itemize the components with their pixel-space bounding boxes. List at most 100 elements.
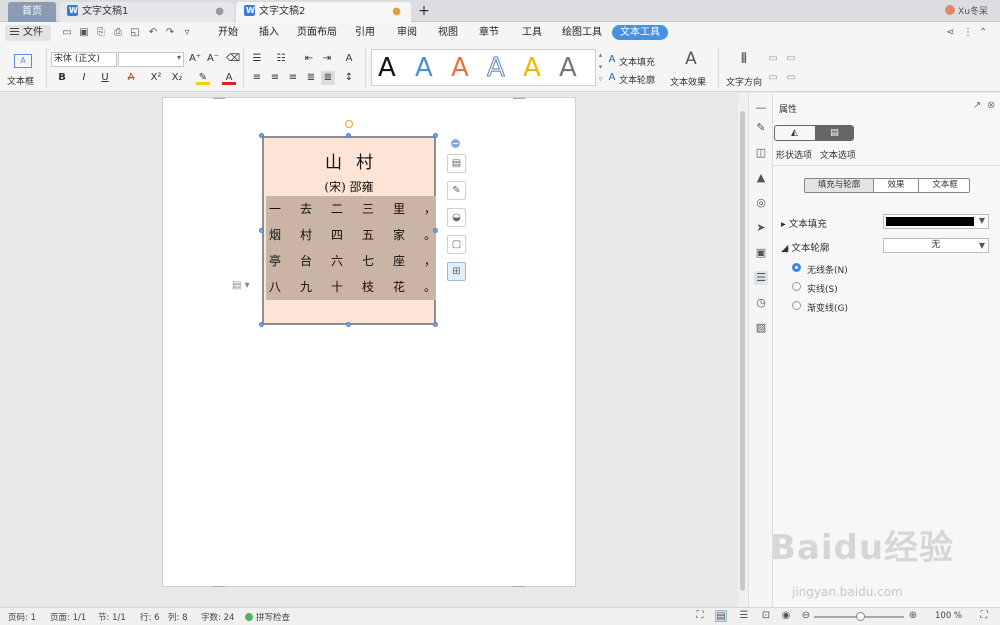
menu-view[interactable]: 视图: [438, 26, 458, 40]
edit-pen-icon[interactable]: ✎: [754, 121, 768, 135]
radio-solid-line-label[interactable]: 实线(S): [807, 282, 838, 295]
reading-mode-icon[interactable]: ◉: [780, 610, 792, 622]
strikethrough-icon[interactable]: A: [124, 71, 138, 85]
menu-review[interactable]: 审阅: [397, 26, 417, 40]
resize-handle[interactable]: [259, 133, 264, 138]
zoom-slider[interactable]: [814, 612, 904, 621]
open-icon[interactable]: ▭: [61, 27, 73, 39]
select-cursor-icon[interactable]: ➤: [754, 221, 768, 235]
zoom-out-icon[interactable]: ⊖: [800, 610, 812, 622]
align-text-icon[interactable]: ▭: [766, 52, 780, 66]
paragraph-layout-icon[interactable]: ▤ ▾: [232, 280, 250, 291]
text-style-blue[interactable]: A: [415, 52, 433, 84]
collapse-ribbon-icon[interactable]: ⌃: [979, 27, 987, 38]
tab-doc2[interactable]: 文字文稿2 ●: [236, 1, 411, 22]
text-style-black[interactable]: A: [378, 52, 396, 84]
compass-icon[interactable]: ◎: [754, 196, 768, 210]
font-size-select[interactable]: [118, 52, 184, 67]
menu-page-layout[interactable]: 页面布局: [297, 26, 337, 40]
text-options-label[interactable]: 文本选项: [820, 151, 856, 161]
shape-options-label[interactable]: 形状选项: [776, 151, 812, 161]
outline-pen-icon[interactable]: ✎: [447, 181, 466, 200]
shape-options-icon[interactable]: ◭: [775, 126, 814, 140]
shrink-font-icon[interactable]: A⁻: [206, 52, 220, 66]
close-icon[interactable]: ●: [215, 2, 224, 22]
underline-icon[interactable]: U: [98, 71, 112, 85]
resize-handle[interactable]: [433, 133, 438, 138]
text-outline-label[interactable]: 文本轮廓: [619, 73, 655, 86]
tab-effects[interactable]: 效果: [874, 179, 919, 192]
print-icon[interactable]: ⎙: [112, 27, 124, 39]
increase-indent-icon[interactable]: ⇥: [320, 52, 334, 66]
text-style-outline[interactable]: A: [487, 52, 506, 84]
customize-icon[interactable]: ▿: [181, 27, 193, 39]
status-word-count[interactable]: 字数: 24: [201, 611, 234, 623]
numbered-list-icon[interactable]: ☷: [274, 52, 288, 66]
radio-solid-line[interactable]: [792, 282, 801, 291]
outline-view-icon[interactable]: ☰: [738, 610, 750, 622]
export-icon[interactable]: ⎘: [95, 27, 107, 39]
rotate-handle[interactable]: [345, 120, 353, 128]
user-account[interactable]: Xu冬呆: [945, 4, 988, 17]
resize-handle[interactable]: [346, 322, 351, 327]
superscript-icon[interactable]: X²: [149, 71, 163, 85]
preview-icon[interactable]: ◱: [129, 27, 141, 39]
menu-text-tools[interactable]: 文本工具: [612, 25, 668, 40]
file-menu-button[interactable]: 文件: [5, 25, 51, 41]
zoom-level[interactable]: 100 %: [935, 611, 962, 621]
tab-home[interactable]: 首页: [8, 2, 56, 22]
layout-options-icon[interactable]: ▤: [447, 154, 466, 173]
bold-icon[interactable]: B: [55, 71, 69, 85]
text-effect-label[interactable]: 文本效果: [670, 75, 706, 88]
zoom-slider-knob[interactable]: [856, 612, 865, 621]
align-right-icon[interactable]: ≡: [286, 71, 300, 85]
scrollbar-thumb[interactable]: [740, 111, 745, 591]
spell-check[interactable]: 拼写检查: [245, 611, 290, 623]
page-view-icon[interactable]: ▤: [715, 610, 727, 622]
radio-gradient-line-label[interactable]: 渐变线(G): [807, 301, 848, 314]
wrap-text-icon[interactable]: ⊞: [447, 262, 466, 281]
more-icon[interactable]: ⋮: [963, 27, 973, 38]
history-icon[interactable]: ◷: [754, 296, 768, 310]
text-fill-row[interactable]: ▸ 文本填充: [781, 216, 827, 230]
shapes-icon[interactable]: ◫: [754, 146, 768, 160]
align-left-icon[interactable]: ≡: [250, 71, 264, 85]
line-spacing-icon[interactable]: ↕: [342, 71, 356, 85]
clear-format-icon[interactable]: ⌫: [226, 52, 240, 66]
textbox-label[interactable]: 文本框: [7, 74, 34, 87]
bullet-list-icon[interactable]: ☰: [250, 52, 264, 66]
font-name-select[interactable]: 宋体 (正文): [51, 52, 117, 67]
align-text-icon[interactable]: ▭: [784, 52, 798, 66]
text-direction-icon[interactable]: ⫴: [735, 52, 753, 70]
text-fill-icon[interactable]: A: [605, 53, 619, 67]
resize-handle[interactable]: [259, 228, 264, 233]
status-page-number[interactable]: 页码: 1: [8, 611, 36, 623]
redo-icon[interactable]: ↷: [164, 27, 176, 39]
poem-textbox[interactable]: 山村 (宋) 邵雍 一去二三里， 烟村四五家。 亭台六七座， 八九十枝花。: [262, 136, 436, 325]
highlight-icon[interactable]: ✎: [196, 71, 210, 85]
radio-gradient-line[interactable]: [792, 301, 801, 310]
italic-icon[interactable]: I: [77, 71, 91, 85]
style-gallery-scroll[interactable]: ▴ ▾ ▿: [597, 49, 604, 86]
resize-handle[interactable]: [433, 322, 438, 327]
menu-home[interactable]: 开始: [218, 26, 238, 40]
radio-no-line[interactable]: [792, 263, 801, 272]
image-icon[interactable]: ▨: [754, 321, 768, 335]
fill-bucket-icon[interactable]: ◒: [447, 208, 466, 227]
share-icon[interactable]: ⋖: [946, 27, 954, 38]
text-fill-color-picker[interactable]: ▼: [883, 214, 989, 229]
menu-insert[interactable]: 插入: [259, 26, 279, 40]
align-text-icon[interactable]: ▭: [766, 71, 780, 85]
fit-page-icon[interactable]: ⛶: [694, 610, 706, 622]
text-outline-icon[interactable]: A: [605, 71, 619, 85]
text-style-gray[interactable]: A: [559, 52, 577, 84]
menu-tools[interactable]: 工具: [522, 26, 542, 40]
modified-indicator-icon[interactable]: ●: [392, 2, 401, 22]
text-fill-label[interactable]: 文本填充: [619, 55, 655, 68]
resize-handle[interactable]: [433, 228, 438, 233]
text-outline-select[interactable]: 无 ▼: [883, 238, 989, 253]
radio-no-line-label[interactable]: 无线条(N): [807, 263, 848, 276]
fullscreen-icon[interactable]: ⛶: [978, 610, 990, 622]
properties-icon[interactable]: ☰: [754, 271, 768, 285]
pin-icon[interactable]: ↗: [973, 100, 981, 111]
